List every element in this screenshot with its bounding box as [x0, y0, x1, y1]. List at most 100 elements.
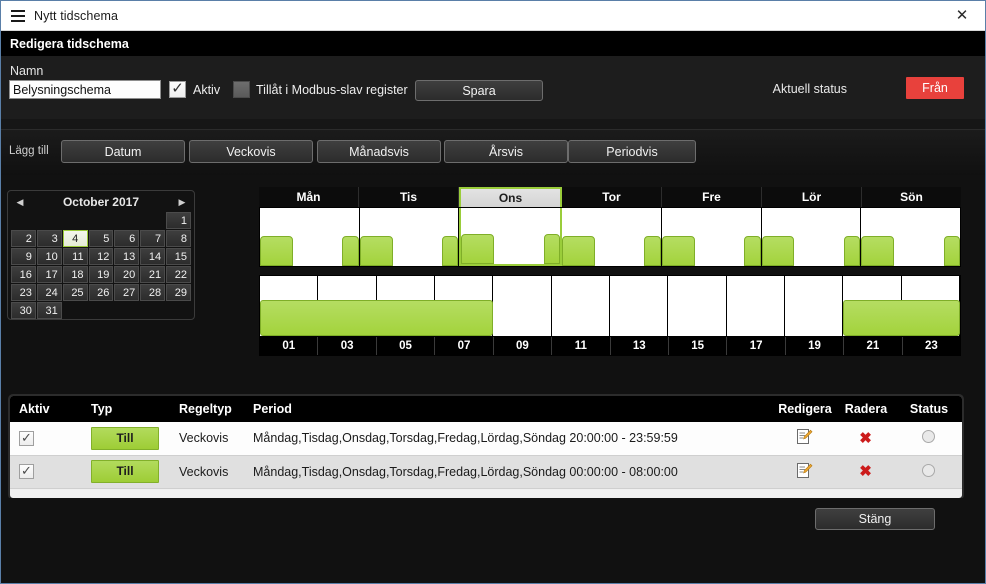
week-column-lör[interactable] [761, 208, 862, 266]
week-day-columns [259, 207, 961, 267]
day-active-block [843, 300, 960, 336]
close-icon[interactable]: ✕ [939, 1, 985, 30]
aktiv-checkbox[interactable]: ✓ [169, 81, 186, 98]
add-arsvis-button[interactable]: Årsvis [444, 140, 568, 163]
calendar-blank-cell [140, 212, 165, 229]
calendar-day-26[interactable]: 26 [88, 284, 114, 301]
delete-icon[interactable]: ✖ [859, 463, 872, 480]
week-header-lör[interactable]: Lör [762, 187, 862, 207]
calendar-blank-cell [63, 212, 88, 229]
table-row[interactable]: ✓ Till Veckovis Måndag,Tisdag,Onsdag,Torsda… [10, 455, 962, 489]
week-active-block [359, 236, 393, 266]
row-active-checkbox[interactable]: ✓ [19, 430, 34, 446]
hamburger-icon [11, 9, 25, 22]
week-header-sön[interactable]: Sön [862, 187, 961, 207]
calendar-day-25[interactable]: 25 [62, 284, 88, 301]
week-chart: Mån Tis Ons Tor Fre Lör Sön [259, 187, 961, 267]
month-calendar: ◀ October 2017 ▶ 1 2 3 4 5 6 7 8 9 10 11 12 13 14 15 16… [7, 190, 195, 320]
next-month-icon[interactable]: ▶ [176, 195, 188, 209]
modbus-checkbox[interactable] [233, 81, 250, 98]
calendar-day-27[interactable]: 27 [114, 284, 140, 301]
row-active-checkbox[interactable]: ✓ [19, 464, 34, 479]
calendar-day-19[interactable]: 19 [88, 266, 114, 283]
calendar-day-14[interactable]: 14 [140, 248, 166, 265]
cell-regeltyp: Veckovis [170, 422, 244, 456]
calendar-day-23[interactable]: 23 [11, 284, 36, 301]
schedule-form-panel: Namn ✓ Aktiv Tillåt i Modbus-slav regist… [1, 56, 985, 119]
calendar-day-9[interactable]: 9 [11, 248, 36, 265]
calendar-day-5[interactable]: 5 [88, 230, 114, 247]
calendar-day-18[interactable]: 18 [62, 266, 88, 283]
add-manadsvis-button[interactable]: Månadsvis [317, 140, 441, 163]
add-datum-button[interactable]: Datum [61, 140, 185, 163]
close-button[interactable]: Stäng [815, 508, 935, 530]
name-input[interactable] [9, 80, 161, 99]
save-button[interactable]: Spara [415, 80, 543, 101]
add-periodvis-button[interactable]: Periodvis [568, 140, 696, 163]
calendar-day-4[interactable]: 4 [62, 230, 88, 247]
week-active-block [342, 236, 359, 266]
hour-tick-13: 13 [611, 337, 669, 355]
calendar-day-24[interactable]: 24 [36, 284, 62, 301]
calendar-day-21[interactable]: 21 [140, 266, 166, 283]
calendar-day-7[interactable]: 7 [140, 230, 166, 247]
day-segment [493, 276, 552, 336]
week-active-block [562, 236, 596, 266]
calendar-day-11[interactable]: 11 [62, 248, 88, 265]
calendar-day-31[interactable]: 31 [36, 302, 62, 319]
week-column-fre[interactable] [661, 208, 762, 266]
table-header-row: Aktiv Typ Regeltyp Period Redigera Rader… [10, 396, 962, 422]
table-row[interactable]: ✓ Till Veckovis Måndag,Tisdag,Onsdag,Torsda… [10, 422, 962, 456]
calendar-day-20[interactable]: 20 [114, 266, 140, 283]
calendar-day-15[interactable]: 15 [166, 248, 191, 265]
day-timeline [259, 275, 961, 337]
calendar-day-17[interactable]: 17 [36, 266, 62, 283]
week-header-ons[interactable]: Ons [459, 187, 562, 207]
week-column-mån[interactable] [260, 208, 360, 266]
cell-period: Måndag,Tisdag,Onsdag,Torsdag,Fredag,Lörd… [244, 422, 774, 456]
week-active-block [761, 236, 795, 266]
delete-icon[interactable]: ✖ [859, 430, 872, 447]
week-active-block [943, 236, 961, 266]
calendar-day-28[interactable]: 28 [140, 284, 166, 301]
window-footer: Stäng [1, 498, 985, 583]
calendar-day-10[interactable]: 10 [36, 248, 62, 265]
calendar-day-12[interactable]: 12 [88, 248, 114, 265]
calendar-day-22[interactable]: 22 [166, 266, 191, 283]
calendar-day-8[interactable]: 8 [166, 230, 191, 247]
col-regeltyp: Regeltyp [170, 396, 244, 422]
add-veckovis-button[interactable]: Veckovis [189, 140, 313, 163]
status-badge: Från [906, 77, 964, 99]
week-column-sön[interactable] [861, 208, 961, 266]
week-column-tis[interactable] [359, 208, 460, 266]
window-title: Nytt tidschema [34, 8, 119, 23]
hour-tick-05: 05 [377, 337, 436, 355]
calendar-blank-cell [11, 212, 36, 229]
calendar-day-1[interactable]: 1 [166, 212, 191, 229]
edit-icon[interactable] [796, 462, 813, 479]
week-header-fre[interactable]: Fre [662, 187, 762, 207]
prev-month-icon[interactable]: ◀ [14, 195, 26, 209]
rules-table: Aktiv Typ Regeltyp Period Redigera Rader… [10, 396, 962, 489]
time-schedule-window: Nytt tidschema ✕ Redigera tidschema Namn… [0, 0, 986, 584]
week-header-tor[interactable]: Tor [562, 187, 662, 207]
calendar-day-16[interactable]: 16 [11, 266, 36, 283]
edit-icon[interactable] [796, 428, 813, 445]
calendar-day-29[interactable]: 29 [166, 284, 191, 301]
calendar-day-3[interactable]: 3 [36, 230, 62, 247]
hour-tick-17: 17 [727, 337, 786, 355]
cell-radera: ✖ [836, 455, 896, 489]
calendar-day-30[interactable]: 30 [11, 302, 36, 319]
week-header-mån[interactable]: Mån [259, 187, 359, 207]
week-column-ons[interactable] [459, 208, 563, 266]
week-column-tor[interactable] [562, 208, 662, 266]
week-header-tis[interactable]: Tis [359, 187, 459, 207]
day-hour-axis: 01 03 05 07 09 11 13 15 17 19 21 23 [259, 337, 961, 356]
hour-tick-23: 23 [924, 340, 938, 352]
calendar-day-2[interactable]: 2 [11, 230, 36, 247]
calendar-day-6[interactable]: 6 [114, 230, 140, 247]
hour-tick-15: 15 [669, 337, 728, 355]
calendar-day-13[interactable]: 13 [114, 248, 140, 265]
current-status-label: Aktuell status [772, 82, 847, 96]
week-active-block [260, 236, 293, 266]
